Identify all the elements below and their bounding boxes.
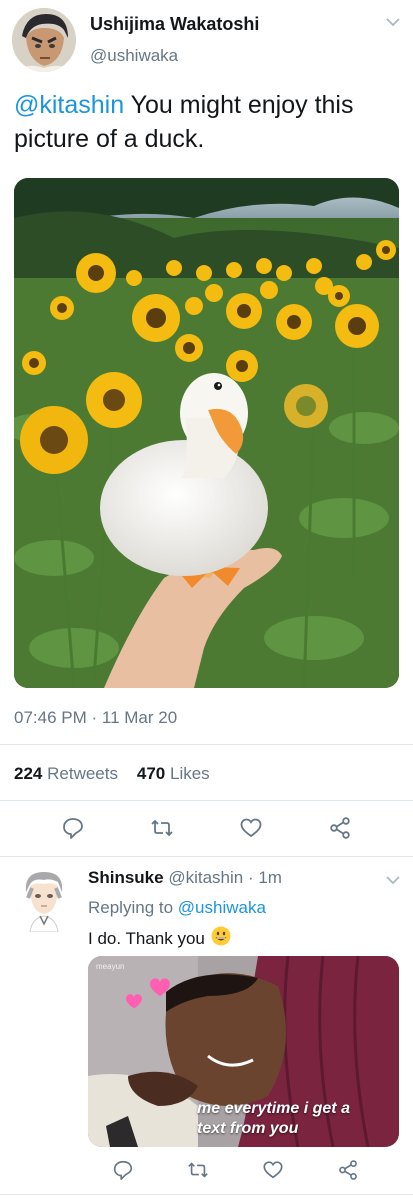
reply-meme-image[interactable]: meayun me everytime i get a text from yo…: [88, 956, 399, 1147]
likes-stat[interactable]: 470 Likes: [137, 764, 210, 783]
author-name[interactable]: Ushijima Wakatoshi: [90, 14, 259, 35]
retweets-label: Retweets: [47, 764, 118, 783]
reply-avatar-illustration: [25, 872, 63, 933]
tweet-timestamp[interactable]: 07:46 PM · 11 Mar 20: [14, 708, 177, 728]
retweets-stat[interactable]: 224 Retweets: [14, 764, 118, 783]
reply-time[interactable]: · 1m: [248, 868, 282, 887]
divider: [0, 1194, 413, 1195]
reply-author-avatar[interactable]: [20, 868, 68, 933]
reply-text-row: I do. Thank you: [88, 926, 231, 951]
retweet-icon[interactable]: [185, 1157, 211, 1183]
reply-action-bar: [0, 1157, 413, 1183]
reply-author-name[interactable]: Shinsuke: [88, 868, 164, 887]
reply-icon[interactable]: [110, 1157, 136, 1183]
engagement-stats: 224 Retweets 470 Likes: [14, 764, 210, 784]
share-icon[interactable]: [327, 815, 353, 841]
avatar-illustration: [12, 8, 76, 72]
like-icon[interactable]: [260, 1157, 286, 1183]
divider: [0, 744, 413, 745]
divider: [0, 800, 413, 801]
share-icon[interactable]: [335, 1157, 361, 1183]
reply-author-handle[interactable]: @kitashin: [168, 868, 243, 887]
chevron-down-icon[interactable]: [386, 14, 400, 32]
tweet-photo[interactable]: [14, 178, 399, 688]
replying-to: Replying to @ushiwaka: [88, 898, 266, 918]
divider: [0, 856, 413, 857]
mention-link[interactable]: @kitashin: [14, 91, 124, 119]
grinning-face-icon: [211, 926, 231, 951]
duck-sunflower-image: [14, 178, 399, 688]
reply-header: Shinsuke @kitashin · 1m: [88, 868, 282, 888]
chevron-down-icon[interactable]: [386, 872, 400, 890]
like-icon[interactable]: [238, 815, 264, 841]
tweet-text: @kitashin You might enjoy this picture o…: [14, 88, 404, 156]
likes-label: Likes: [170, 764, 210, 783]
author-avatar[interactable]: [12, 8, 76, 72]
reply-text: I do. Thank you: [88, 928, 205, 948]
replying-prefix: Replying to: [88, 898, 174, 917]
meme-watermark: meayun: [96, 962, 125, 971]
author-handle[interactable]: @ushiwaka: [90, 46, 178, 66]
retweets-count: 224: [14, 764, 43, 783]
reply-icon[interactable]: [60, 815, 86, 841]
retweet-icon[interactable]: [149, 815, 175, 841]
tweet-action-bar: [0, 815, 413, 841]
replying-handle[interactable]: @ushiwaka: [178, 898, 266, 917]
meme-caption: me everytime i get a text from you: [197, 1100, 350, 1137]
likes-count: 470: [136, 764, 166, 783]
